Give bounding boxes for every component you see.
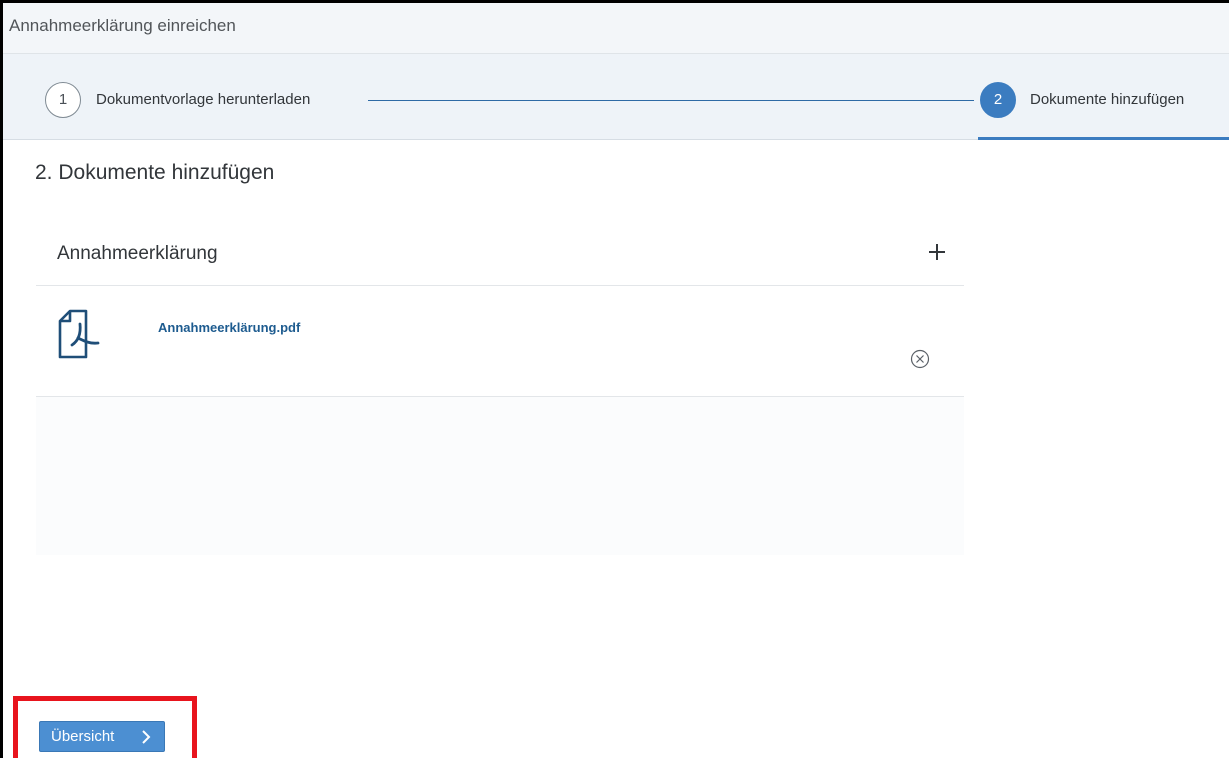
dialog-title: Annahmeerklärung einreichen xyxy=(9,16,236,35)
step-1-label[interactable]: Dokumentvorlage herunterladen xyxy=(96,91,310,108)
remove-circle-icon[interactable] xyxy=(909,348,931,370)
active-step-underline xyxy=(978,137,1229,140)
step-2-indicator[interactable]: 2 xyxy=(980,82,1016,118)
wizard-step-bar: 1 Dokumentvorlage herunterladen 2 Dokume… xyxy=(3,54,1229,140)
pdf-file-icon[interactable] xyxy=(56,308,102,360)
plus-icon[interactable] xyxy=(924,239,950,265)
document-link[interactable]: Annahmeerklärung.pdf xyxy=(158,320,300,335)
step-2-label[interactable]: Dokumente hinzufügen xyxy=(1030,91,1184,108)
overview-button-label: Übersicht xyxy=(51,728,115,745)
documents-header-title: Annahmeerklärung xyxy=(57,243,218,264)
step-1-indicator[interactable]: 1 xyxy=(45,82,81,118)
chevron-right-icon xyxy=(142,730,151,744)
title-bar: Annahmeerklärung einreichen xyxy=(3,3,1229,54)
dialog-frame: Annahmeerklärung einreichen 1 Dokumentvo… xyxy=(0,0,1229,758)
section-title: 2. Dokumente hinzufügen xyxy=(35,161,275,184)
documents-panel: Annahmeerklärung Annahmeerklärung.pdf xyxy=(36,225,964,555)
step-connector-line xyxy=(368,100,974,101)
overview-button[interactable]: Übersicht xyxy=(39,721,165,752)
documents-header: Annahmeerklärung xyxy=(36,225,964,286)
document-list-item: Annahmeerklärung.pdf xyxy=(36,286,964,397)
